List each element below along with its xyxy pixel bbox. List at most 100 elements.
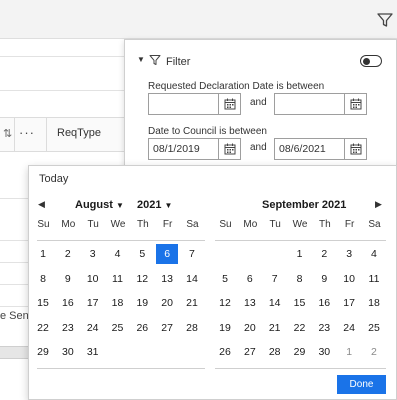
grid-row-line	[0, 262, 28, 263]
day-cell[interactable]: 28	[264, 342, 286, 362]
day-cell[interactable]: 11	[106, 269, 128, 289]
day-cell[interactable]: 13	[239, 293, 261, 313]
calendar-button[interactable]	[219, 138, 241, 160]
weekday-header: Fr	[344, 219, 355, 230]
day-cell[interactable]: 17	[82, 293, 104, 313]
day-cell[interactable]: 21	[264, 318, 286, 338]
requested-date-from-input[interactable]	[148, 93, 219, 115]
calendar-button[interactable]	[345, 138, 367, 160]
day-cell[interactable]: 27	[239, 342, 261, 362]
day-cell[interactable]: 23	[313, 318, 335, 338]
day-cell[interactable]: 29	[288, 342, 310, 362]
day-cell[interactable]: 2	[363, 342, 385, 362]
chevron-right-icon[interactable]: ▶	[375, 199, 382, 210]
day-cell[interactable]: 15	[32, 293, 54, 313]
calendar-button[interactable]	[345, 93, 367, 115]
day-cell[interactable]: 20	[156, 293, 178, 313]
weekday-header: We	[292, 219, 308, 230]
day-cell[interactable]: 19	[131, 293, 153, 313]
day-cell[interactable]: 1	[288, 244, 310, 264]
day-cell[interactable]: 8	[32, 269, 54, 289]
chevron-left-icon[interactable]: ◀	[38, 199, 45, 210]
day-cell[interactable]: 2	[313, 244, 335, 264]
day-cell[interactable]: 1	[32, 244, 54, 264]
day-cell[interactable]: 12	[214, 293, 236, 313]
day-cell[interactable]: 19	[214, 318, 236, 338]
day-cell[interactable]: 27	[156, 318, 178, 338]
column-header-reqtype[interactable]: ReqType	[57, 127, 101, 139]
day-cell[interactable]: 31	[82, 342, 104, 362]
weekday-header: Sa	[368, 219, 381, 230]
column-menu-button[interactable]: ···	[19, 125, 35, 140]
day-cell[interactable]: 24	[338, 318, 360, 338]
day-cell[interactable]: 22	[288, 318, 310, 338]
and-label: and	[250, 142, 267, 153]
day-cell[interactable]: 4	[363, 244, 385, 264]
day-cell[interactable]: 11	[363, 269, 385, 289]
day-cell[interactable]: 16	[313, 293, 335, 313]
day-cell[interactable]: 3	[82, 244, 104, 264]
filter-title: Filter	[166, 56, 191, 68]
calendar-button[interactable]	[219, 93, 241, 115]
month-divider	[37, 240, 205, 241]
and-label: and	[250, 97, 267, 108]
day-cell[interactable]: 21	[181, 293, 203, 313]
day-cell[interactable]: 14	[264, 293, 286, 313]
day-cell[interactable]: 15	[288, 293, 310, 313]
day-cell[interactable]: 3	[338, 244, 360, 264]
column-separator	[14, 117, 15, 152]
day-cell[interactable]: 26	[214, 342, 236, 362]
day-cell[interactable]: 30	[313, 342, 335, 362]
day-cell[interactable]: 7	[181, 244, 203, 264]
day-cell[interactable]: 22	[32, 318, 54, 338]
today-link[interactable]: Today	[39, 173, 68, 185]
day-cell[interactable]: 14	[181, 269, 203, 289]
sort-icon[interactable]: ⇅	[3, 127, 12, 140]
day-cell[interactable]: 26	[131, 318, 153, 338]
day-cell-selected[interactable]: 6	[156, 244, 179, 264]
filter-icon[interactable]	[376, 11, 394, 29]
day-cell[interactable]: 1	[338, 342, 360, 362]
done-button[interactable]: Done	[337, 375, 386, 394]
day-cell[interactable]: 5	[131, 244, 153, 264]
day-cell[interactable]: 13	[156, 269, 178, 289]
month-select[interactable]: August ▼	[75, 199, 124, 211]
day-cell[interactable]: 2	[57, 244, 79, 264]
grid-cell: e Sen	[0, 310, 29, 322]
requested-date-label: Requested Declaration Date is between	[148, 81, 325, 92]
column-separator	[46, 117, 47, 152]
day-cell[interactable]: 5	[214, 269, 236, 289]
day-cell[interactable]: 10	[82, 269, 104, 289]
day-cell[interactable]: 25	[106, 318, 128, 338]
grid-row-line	[0, 198, 28, 199]
day-cell[interactable]: 25	[363, 318, 385, 338]
council-date-to-input[interactable]: 08/6/2021	[274, 138, 345, 160]
day-cell[interactable]: 24	[82, 318, 104, 338]
council-date-from-input[interactable]: 08/1/2019	[148, 138, 219, 160]
divider	[0, 56, 124, 57]
day-cell[interactable]: 18	[363, 293, 385, 313]
day-cell[interactable]: 30	[57, 342, 79, 362]
day-cell[interactable]: 12	[131, 269, 153, 289]
horizontal-scrollbar[interactable]	[0, 346, 28, 359]
day-cell[interactable]: 20	[239, 318, 261, 338]
day-cell[interactable]: 16	[57, 293, 79, 313]
day-cell[interactable]: 29	[32, 342, 54, 362]
filter-toggle[interactable]	[360, 55, 382, 67]
day-cell[interactable]: 10	[338, 269, 360, 289]
day-cell[interactable]: 9	[57, 269, 79, 289]
year-select[interactable]: 2021 ▼	[137, 199, 172, 211]
requested-date-to-input[interactable]	[274, 93, 345, 115]
calendar-icon	[350, 143, 361, 155]
weekday-header: Tu	[269, 219, 281, 230]
day-cell[interactable]: 7	[264, 269, 286, 289]
day-cell[interactable]: 18	[106, 293, 128, 313]
day-cell[interactable]: 28	[181, 318, 203, 338]
caret-down-icon[interactable]: ▼	[137, 55, 145, 64]
day-cell[interactable]: 6	[239, 269, 261, 289]
day-cell[interactable]: 4	[106, 244, 128, 264]
day-cell[interactable]: 23	[57, 318, 79, 338]
day-cell[interactable]: 8	[288, 269, 310, 289]
day-cell[interactable]: 17	[338, 293, 360, 313]
day-cell[interactable]: 9	[313, 269, 335, 289]
